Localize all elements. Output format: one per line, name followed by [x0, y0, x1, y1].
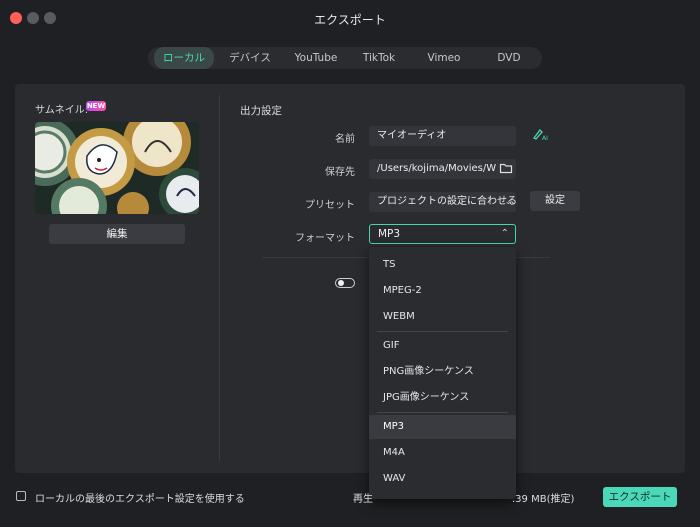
preset-settings-button[interactable]: 設定 [530, 191, 580, 211]
chevron-down-icon: ⌄ [504, 197, 512, 207]
format-option-mpeg2[interactable]: MPEG-2 [369, 279, 516, 303]
toggle-knob [338, 280, 344, 286]
format-select[interactable]: MP3 ⌃ [369, 224, 516, 244]
save-path-field[interactable]: /Users/kojima/Movies/W [369, 159, 516, 179]
format-option-ts[interactable]: TS [369, 253, 516, 277]
ai-pen-icon[interactable]: AI [532, 127, 548, 141]
thumbnail-label: サムネイル: [35, 105, 89, 116]
estimated-file-size: .39 MB(推定) [512, 494, 575, 505]
dropdown-separator [377, 331, 508, 332]
export-button[interactable]: エクスポート [603, 487, 677, 507]
format-option-gif[interactable]: GIF [369, 334, 516, 358]
use-last-settings-label[interactable]: ローカルの最後のエクスポート設定を使用する [35, 490, 245, 505]
window-title: エクスポート [314, 13, 386, 27]
title-bar: エクスポート [0, 0, 700, 38]
panel-divider [219, 95, 220, 461]
save-path-value: /Users/kojima/Movies/W [377, 163, 497, 174]
medallion-coins-illustration [35, 122, 199, 214]
format-option-jpg-sequence[interactable]: JPG画像シーケンス [369, 386, 516, 410]
format-value: MP3 [378, 228, 401, 240]
thumbnail-image [35, 122, 199, 214]
preset-select[interactable]: プロジェクトの設定に合わせる ⌄ [369, 192, 516, 212]
tab-youtube[interactable]: YouTube [286, 47, 346, 69]
playback-label: 再生 [353, 494, 373, 505]
format-option-png-sequence[interactable]: PNG画像シーケンス [369, 360, 516, 384]
folder-icon[interactable] [499, 161, 513, 175]
tab-local[interactable]: ローカル [154, 47, 214, 69]
preset-value: プロジェクトの設定に合わせる [377, 196, 516, 207]
new-badge: NEW [86, 101, 106, 111]
destination-tabs: ローカル デバイス YouTube TikTok Vimeo DVD [148, 47, 542, 69]
format-label: フォーマット [295, 233, 355, 244]
name-label: 名前 [335, 134, 355, 145]
export-dialog: エクスポート ローカル デバイス YouTube TikTok Vimeo DV… [0, 0, 700, 527]
format-option-mp3[interactable]: MP3 [369, 415, 516, 439]
option-toggle[interactable] [335, 278, 355, 288]
preset-label: プリセット [305, 200, 355, 211]
format-option-m4a[interactable]: M4A [369, 441, 516, 465]
tab-dvd[interactable]: DVD [480, 47, 538, 69]
tab-tiktok[interactable]: TikTok [350, 47, 408, 69]
name-field[interactable]: マイオーディオ [369, 126, 516, 146]
tab-device[interactable]: デバイス [220, 47, 280, 69]
svg-text:AI: AI [542, 135, 548, 141]
tab-vimeo[interactable]: Vimeo [414, 47, 474, 69]
format-dropdown: TS MPEG-2 WEBM GIF PNG画像シーケンス JPG画像シーケンス… [369, 247, 516, 499]
output-settings-title: 出力設定 [240, 105, 282, 117]
save-to-label: 保存先 [325, 167, 355, 178]
dropdown-separator [377, 412, 508, 413]
format-option-wav[interactable]: WAV [369, 467, 516, 491]
format-option-webm[interactable]: WEBM [369, 305, 516, 329]
chevron-up-icon: ⌃ [500, 228, 509, 239]
edit-thumbnail-button[interactable]: 編集 [49, 224, 185, 244]
use-last-settings-checkbox[interactable] [16, 491, 26, 501]
